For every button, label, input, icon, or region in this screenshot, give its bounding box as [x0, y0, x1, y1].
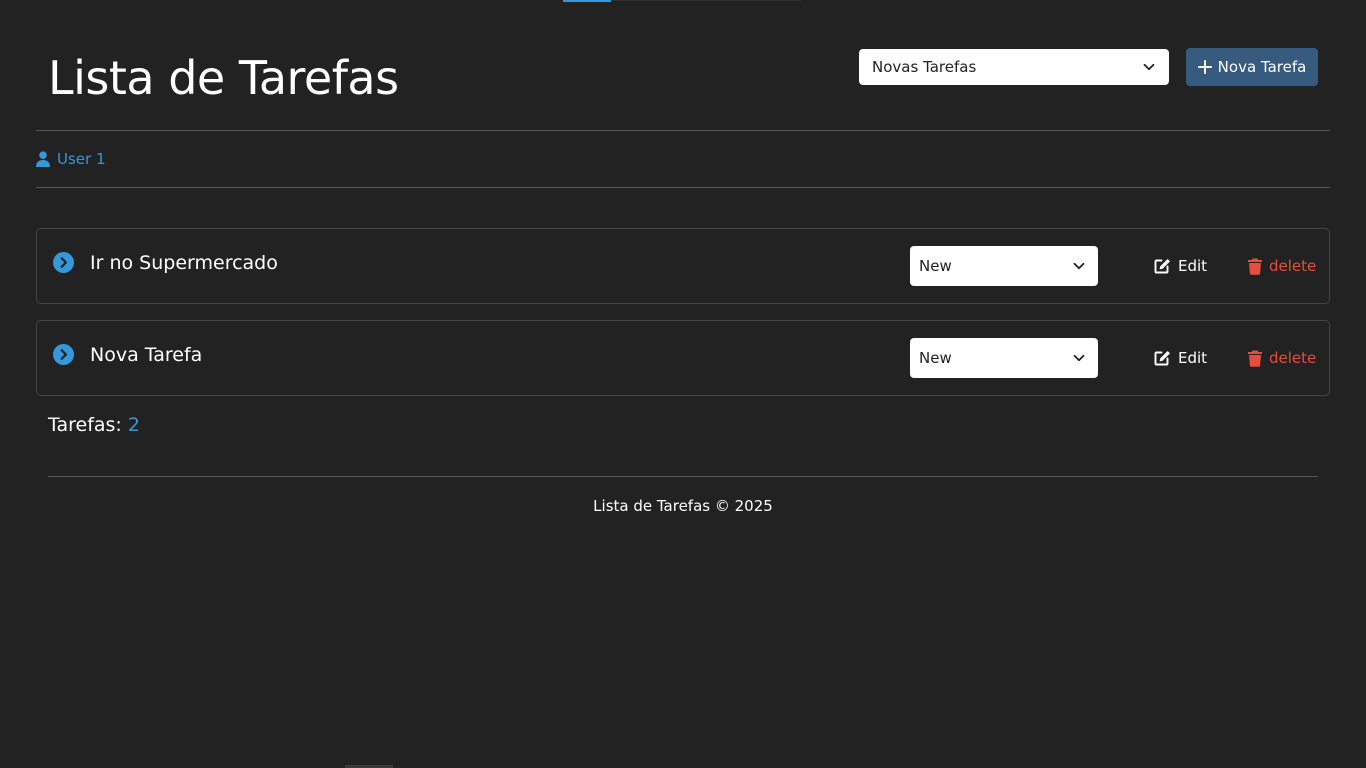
user-link[interactable]: User 1	[36, 149, 106, 169]
task-status-select[interactable]: New	[910, 246, 1098, 286]
user-name: User 1	[57, 150, 106, 168]
chevron-right-circle-icon[interactable]	[53, 252, 74, 273]
edit-icon	[1154, 258, 1171, 274]
footer-copyright: Lista de Tarefas © 2025	[593, 497, 773, 515]
user-divider	[36, 187, 1330, 188]
task-title: Nova Tarefa	[90, 344, 203, 366]
page-header: Lista de Tarefas Novas Tarefas Nova Tare…	[0, 0, 1366, 130]
delete-button[interactable]: delete	[1247, 256, 1316, 276]
new-task-button[interactable]: Nova Tarefa	[1186, 48, 1318, 86]
task-count-label: Tarefas:	[48, 414, 122, 436]
task-list: Ir no Supermercado New Edit delete Nova …	[36, 228, 1330, 412]
chevron-down-icon	[1072, 259, 1086, 273]
edit-button[interactable]: Edit	[1154, 256, 1207, 276]
trash-icon	[1247, 350, 1263, 367]
edit-button-label: Edit	[1178, 349, 1208, 367]
header-divider	[36, 130, 1330, 131]
task-card: Nova Tarefa New Edit delete	[36, 320, 1330, 396]
chevron-down-icon	[1072, 351, 1086, 365]
task-count: Tarefas: 2	[48, 413, 140, 437]
plus-icon	[1197, 60, 1212, 74]
task-filter-select[interactable]: Novas Tarefas	[859, 49, 1169, 85]
page-title: Lista de Tarefas	[48, 51, 399, 105]
chevron-right-circle-icon[interactable]	[53, 344, 74, 365]
edit-button[interactable]: Edit	[1154, 348, 1207, 368]
task-count-value: 2	[127, 414, 140, 436]
task-title: Ir no Supermercado	[90, 252, 278, 274]
new-task-button-label: Nova Tarefa	[1217, 58, 1307, 76]
edit-button-label: Edit	[1178, 257, 1208, 275]
edit-icon	[1154, 350, 1171, 366]
trash-icon	[1247, 258, 1263, 275]
delete-button-label: delete	[1269, 257, 1317, 275]
chevron-down-icon	[1142, 60, 1156, 74]
delete-button-label: delete	[1269, 349, 1317, 367]
task-status-value: New	[919, 257, 952, 275]
task-status-value: New	[919, 349, 952, 367]
task-status-select[interactable]: New	[910, 338, 1098, 378]
delete-button[interactable]: delete	[1247, 348, 1316, 368]
footer-divider	[48, 476, 1318, 477]
task-card: Ir no Supermercado New Edit delete	[36, 228, 1330, 304]
task-filter-selected-value: Novas Tarefas	[872, 58, 977, 76]
user-icon	[36, 151, 50, 167]
